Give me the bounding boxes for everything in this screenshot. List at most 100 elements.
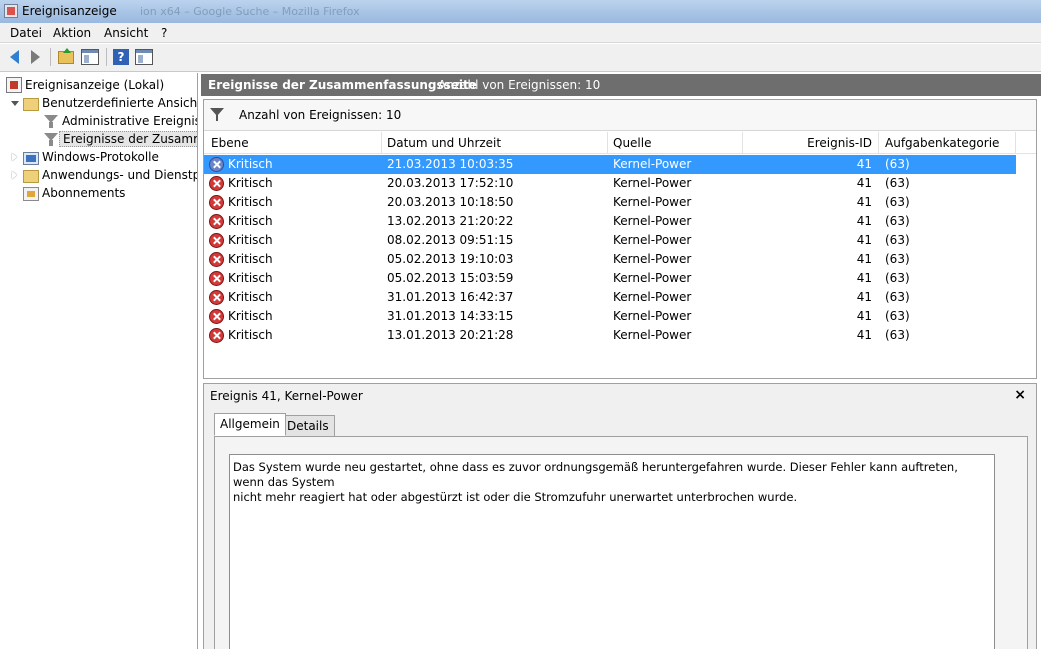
event-task-category: (63): [885, 214, 910, 228]
event-id: 41: [856, 290, 872, 304]
tree-item-custom-views[interactable]: Benutzerdefinierte Ansichten: [10, 94, 197, 112]
menu-bar: Datei Aktion Ansicht ?: [0, 23, 1041, 43]
tree-item-windows-logs[interactable]: Windows-Protokolle: [10, 148, 161, 166]
event-task-category: (63): [885, 290, 910, 304]
subscriptions-icon: [23, 186, 39, 201]
folder-up-icon[interactable]: [56, 47, 76, 67]
event-task-category: (63): [885, 233, 910, 247]
event-row[interactable]: Kritisch 05.02.2013 15:03:59 Kernel-Powe…: [204, 269, 1016, 288]
event-row[interactable]: Kritisch 21.03.2013 10:03:35 Kernel-Powe…: [204, 155, 1016, 174]
event-id: 41: [856, 176, 872, 190]
tree-item-app-service-logs[interactable]: Anwendungs- und Dienstprotokolle: [10, 166, 197, 184]
menu-ansicht[interactable]: Ansicht: [104, 26, 148, 40]
event-source: Kernel-Power: [613, 328, 692, 342]
tree-item-admin-events[interactable]: Administrative Ereignisse: [43, 112, 197, 130]
event-description[interactable]: Das System wurde neu gestartet, ohne das…: [229, 454, 995, 649]
critical-error-icon: [209, 176, 224, 191]
event-source: Kernel-Power: [613, 290, 692, 304]
critical-error-icon: [209, 195, 224, 210]
event-source: Kernel-Power: [613, 252, 692, 266]
help-icon[interactable]: ?: [111, 47, 131, 67]
column-header-level[interactable]: Ebene: [204, 132, 382, 154]
tree-item-root[interactable]: Ereignisanzeige (Lokal): [6, 76, 166, 94]
event-source: Kernel-Power: [613, 176, 692, 190]
folder-icon: [23, 97, 39, 111]
toolbar: ?: [0, 44, 1041, 72]
event-row[interactable]: Kritisch 31.01.2013 16:42:37 Kernel-Powe…: [204, 288, 1016, 307]
event-id: 41: [856, 328, 872, 342]
back-arrow-icon[interactable]: [4, 47, 24, 67]
pane-event-count: Anzahl von Ereignissen: 10: [438, 78, 601, 92]
tab-allgemein[interactable]: Allgemein: [214, 413, 286, 436]
tree-item-label: Windows-Protokolle: [42, 150, 159, 164]
menu-aktion[interactable]: Aktion: [53, 26, 91, 40]
event-task-category: (63): [885, 176, 910, 190]
event-id: 41: [856, 252, 872, 266]
event-row[interactable]: Kritisch 31.01.2013 14:33:15 Kernel-Powe…: [204, 307, 1016, 326]
event-id: 41: [856, 309, 872, 323]
event-datetime: 20.03.2013 10:18:50: [387, 195, 514, 209]
collapse-triangle-icon[interactable]: [10, 153, 19, 162]
column-header-task-category[interactable]: Aufgabenkategorie: [879, 132, 1016, 154]
filter-funnel-icon: [43, 131, 59, 147]
expand-triangle-icon[interactable]: [10, 99, 19, 108]
event-row[interactable]: Kritisch 13.01.2013 20:21:28 Kernel-Powe…: [204, 326, 1016, 345]
filter-count-text: Anzahl von Ereignissen: 10: [239, 108, 402, 122]
tree-item-label: Ereignisse der Zusammenfassungsseite: [59, 131, 197, 147]
event-id: 41: [856, 157, 872, 171]
event-row[interactable]: Kritisch 20.03.2013 17:52:10 Kernel-Powe…: [204, 174, 1016, 193]
menu-help[interactable]: ?: [161, 26, 167, 40]
event-viewer-app-icon: [4, 4, 18, 18]
event-row[interactable]: Kritisch 13.02.2013 21:20:22 Kernel-Powe…: [204, 212, 1016, 231]
forward-arrow-icon[interactable]: [25, 47, 45, 67]
event-row[interactable]: Kritisch 20.03.2013 10:18:50 Kernel-Powe…: [204, 193, 1016, 212]
windows-logs-icon: [23, 151, 39, 165]
event-task-category: (63): [885, 309, 910, 323]
tab-body: Das System wurde neu gestartet, ohne das…: [214, 436, 1028, 649]
event-task-category: (63): [885, 195, 910, 209]
event-source: Kernel-Power: [613, 309, 692, 323]
window-titlebar[interactable]: Ereignisanzeige ion x64 – Google Suche –…: [0, 0, 1041, 23]
toolbar-separator: [106, 48, 107, 66]
event-level: Kritisch: [228, 290, 273, 304]
event-datetime: 31.01.2013 16:42:37: [387, 290, 514, 304]
show-hide-console-tree-icon[interactable]: [80, 47, 100, 67]
event-datetime: 05.02.2013 15:03:59: [387, 271, 514, 285]
event-datetime: 05.02.2013 19:10:03: [387, 252, 514, 266]
event-level: Kritisch: [228, 271, 273, 285]
event-level: Kritisch: [228, 157, 273, 171]
tab-details[interactable]: Details: [281, 415, 335, 437]
show-hide-action-pane-icon[interactable]: [134, 47, 154, 67]
tree-item-subscriptions[interactable]: Abonnements: [23, 184, 127, 202]
column-header-datetime[interactable]: Datum und Uhrzeit: [382, 132, 608, 154]
event-datetime: 13.02.2013 21:20:22: [387, 214, 514, 228]
event-datetime: 20.03.2013 17:52:10: [387, 176, 514, 190]
event-id: 41: [856, 233, 872, 247]
event-row[interactable]: Kritisch 08.02.2013 09:51:15 Kernel-Powe…: [204, 231, 1016, 250]
menu-datei[interactable]: Datei: [10, 26, 42, 40]
background-window-title: ion x64 – Google Suche – Mozilla Firefox: [140, 5, 360, 18]
event-task-category: (63): [885, 157, 910, 171]
critical-error-icon: [209, 214, 224, 229]
window-title: Ereignisanzeige: [22, 4, 117, 18]
event-level: Kritisch: [228, 233, 273, 247]
filter-funnel-icon: [210, 108, 226, 122]
critical-error-icon: [209, 309, 224, 324]
event-task-category: (63): [885, 252, 910, 266]
toolbar-separator: [50, 48, 51, 66]
collapse-triangle-icon[interactable]: [10, 171, 19, 180]
critical-error-icon: [209, 252, 224, 267]
event-datetime: 08.02.2013 09:51:15: [387, 233, 514, 247]
column-header-source[interactable]: Quelle: [608, 132, 743, 154]
column-header-event-id[interactable]: Ereignis-ID: [743, 132, 879, 154]
folder-icon: [23, 169, 39, 183]
critical-error-icon: [209, 233, 224, 248]
event-detail-panel: Ereignis 41, Kernel-Power × Allgemein De…: [203, 383, 1037, 649]
close-icon[interactable]: ×: [1014, 387, 1026, 403]
critical-error-icon: [209, 328, 224, 343]
event-level: Kritisch: [228, 214, 273, 228]
event-source: Kernel-Power: [613, 195, 692, 209]
event-level: Kritisch: [228, 252, 273, 266]
tree-item-summary-events[interactable]: Ereignisse der Zusammenfassungsseite: [43, 130, 197, 148]
event-row[interactable]: Kritisch 05.02.2013 19:10:03 Kernel-Powe…: [204, 250, 1016, 269]
